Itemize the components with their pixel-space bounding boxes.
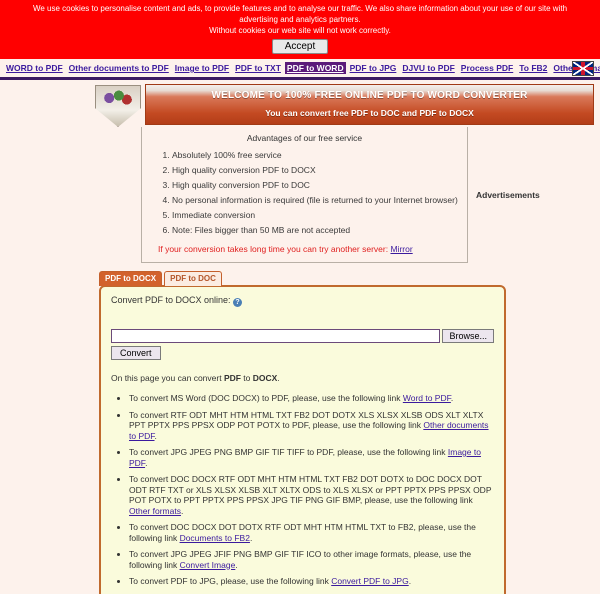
conversion-link-text: To convert MS Word (DOC DOCX) to PDF, pl…	[129, 393, 403, 403]
intro-text: On this page you can convert PDF to DOCX…	[111, 373, 494, 383]
link-other-formats[interactable]: Other formats	[129, 506, 181, 516]
welcome-banner: WELCOME TO 100% FREE ONLINE PDF TO WORD …	[145, 84, 594, 125]
intro-bold-pdf: PDF	[223, 373, 241, 383]
advertisements-label: Advertisements	[476, 190, 540, 200]
conversion-link-tail: .	[249, 532, 253, 543]
header-section: WELCOME TO 100% FREE ONLINE PDF TO WORD …	[0, 80, 600, 127]
conversion-link-tail: .	[408, 576, 412, 586]
pdf-to-word-logo	[95, 85, 141, 127]
help-question-icon[interactable]: ?	[233, 298, 243, 307]
advantages-section: Advantages of our free service Absolutel…	[0, 127, 600, 263]
cookie-consent-banner: We use cookies to personalise content an…	[0, 0, 600, 59]
nav-link-pdf-to-txt[interactable]: PDF to TXT	[233, 62, 283, 74]
conversion-link-tail: .	[235, 559, 238, 570]
conversion-link-item: To convert DOC DOCX RTF ODT MHT HTM HTML…	[129, 474, 494, 516]
converter-section: PDF to DOCX PDF to DOC Convert PDF to DOC…	[0, 263, 600, 594]
conversion-link-item: To convert JPG JPEG PNG BMP GIF TIF TIFF…	[129, 447, 494, 468]
intro-bold-docx: DOCX	[252, 373, 278, 383]
link-convert-pdf-to-jpg[interactable]: Convert PDF to JPG	[331, 576, 408, 586]
conversion-link-tail: .	[145, 457, 148, 468]
convert-label: Convert PDF to DOCX online:	[111, 295, 231, 305]
convert-button[interactable]: Convert	[111, 346, 161, 360]
conversion-link-tail: .	[180, 505, 184, 516]
intro-middle: to	[240, 373, 253, 383]
accept-cookies-button[interactable]: Accept	[271, 39, 329, 54]
link-convert-image[interactable]: Convert Image	[180, 560, 236, 570]
conversion-link-tail: .	[450, 393, 454, 403]
advantage-item: No personal information is required (fil…	[172, 195, 459, 205]
conversion-link-text: To convert PDF to JPG, please, use the f…	[129, 576, 332, 586]
nav-link-word-to-pdf[interactable]: WORD to PDF	[4, 62, 65, 74]
cookie-text-line2: Without cookies our web site will not wo…	[209, 26, 391, 35]
nav-link-to-fb2[interactable]: To FB2	[517, 62, 549, 74]
main-navigation: WORD to PDF Other documents to PDF Image t…	[0, 59, 600, 80]
conversion-link-item: To convert DOC DOCX DOT DOTX RTF ODT MHT…	[129, 522, 494, 543]
converter-panel: Convert PDF to DOCX online: ? Browse... …	[99, 285, 506, 594]
tab-pdf-to-docx[interactable]: PDF to DOCX	[99, 271, 163, 286]
mirror-notice-text: If your conversion takes long time you c…	[158, 244, 389, 254]
nav-link-other-documents-to-pdf[interactable]: Other documents to PDF	[67, 62, 171, 74]
advantages-title: Advantages of our free service	[246, 133, 363, 143]
advantage-item: Absolutely 100% free service	[172, 150, 459, 160]
conversion-link-text: To convert DOC DOCX RTF ODT MHT HTM HTML…	[129, 474, 492, 505]
conversion-link-item: To convert MS Word (DOC DOCX) to PDF, pl…	[129, 393, 494, 404]
advantage-item: Note: Files bigger than 50 MB are not ac…	[172, 225, 459, 235]
advantage-item: Immediate conversion	[172, 210, 459, 220]
mirror-notice: If your conversion takes long time you c…	[158, 244, 459, 254]
mirror-link[interactable]: Mirror	[390, 244, 412, 254]
conversion-link-item: To convert JPG JPEG JFIF PNG BMP GIF TIF…	[129, 549, 494, 570]
link-word-to-pdf[interactable]: Word to PDF	[403, 393, 451, 403]
intro-prefix: On this page you can convert	[111, 373, 224, 383]
nav-link-process-pdf[interactable]: Process PDF	[459, 62, 515, 74]
nav-link-pdf-to-word[interactable]: PDF to WORD	[284, 62, 346, 74]
advantages-box: Advantages of our free service Absolutel…	[141, 127, 468, 263]
advantage-item: High quality conversion PDF to DOCX	[172, 165, 459, 175]
advantages-list: Absolutely 100% free service High quality…	[172, 150, 459, 235]
banner-subtitle: You can convert free PDF to DOC and PDF …	[265, 108, 474, 118]
conversion-link-item: To convert RTF ODT MHT HTM HTML TXT FB2 …	[129, 410, 494, 442]
conversion-links-list: To convert MS Word (DOC DOCX) to PDF, pl…	[129, 393, 494, 594]
uk-flag-icon[interactable]	[572, 61, 594, 76]
convert-label-row: Convert PDF to DOCX online: ?	[111, 295, 494, 307]
cookie-text-line1: We use cookies to personalise content an…	[32, 4, 568, 24]
advertisements-column: Advertisements	[468, 127, 594, 263]
tab-pdf-to-doc[interactable]: PDF to DOC	[164, 271, 222, 286]
nav-link-djvu-to-pdf[interactable]: DJVU to PDF	[400, 62, 456, 74]
file-path-input[interactable]	[111, 329, 441, 343]
converter-tabs: PDF to DOCX PDF to DOC	[99, 271, 506, 286]
advantage-item: High quality conversion PDF to DOC	[172, 180, 459, 190]
link-documents-to-fb2[interactable]: Documents to FB2	[180, 533, 250, 543]
banner-title: WELCOME TO 100% FREE ONLINE PDF TO WORD …	[211, 90, 528, 101]
nav-link-list: WORD to PDF Other documents to PDF Image t…	[4, 62, 600, 75]
file-upload-row: Browse...	[111, 329, 494, 343]
conversion-link-text: To convert JPG JPEG PNG BMP GIF TIF TIFF…	[129, 447, 448, 457]
conversion-link-tail: .	[154, 430, 157, 441]
browse-button[interactable]: Browse...	[442, 329, 494, 343]
intro-suffix: .	[277, 373, 280, 383]
nav-link-image-to-pdf[interactable]: Image to PDF	[173, 62, 231, 74]
conversion-link-item: To convert PDF to JPG, please, use the f…	[129, 576, 494, 587]
nav-link-pdf-to-jpg[interactable]: PDF to JPG	[348, 62, 399, 74]
